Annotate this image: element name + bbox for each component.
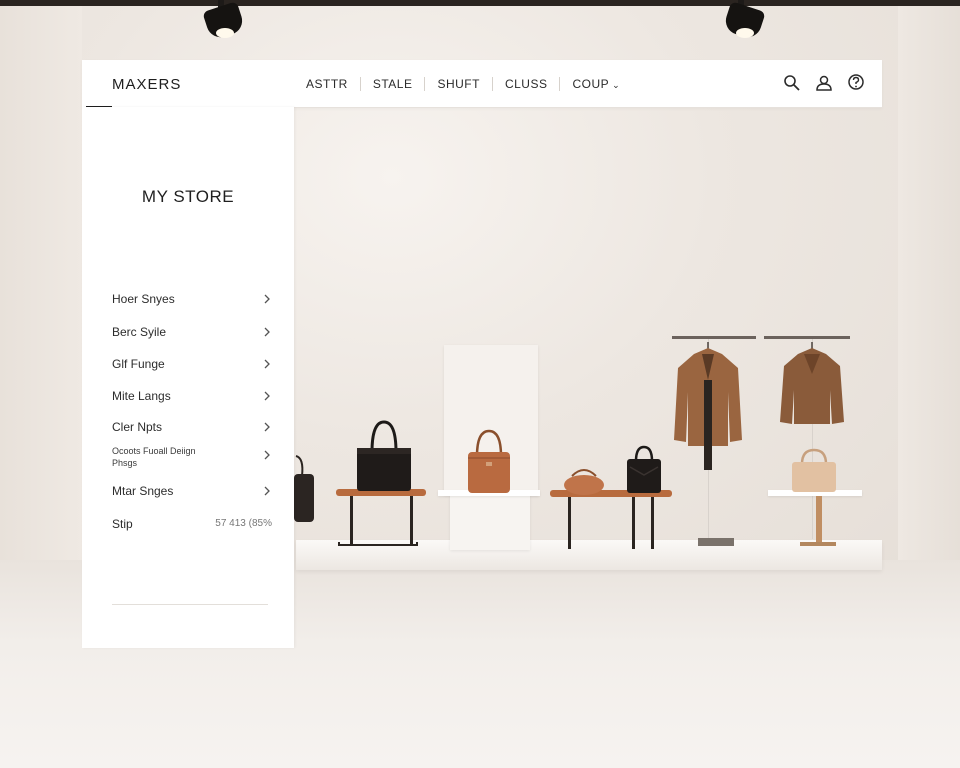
round-bag-icon (564, 469, 604, 495)
sidebar-item-label: Glf Funge (112, 357, 165, 371)
user-icon[interactable] (814, 73, 834, 93)
beige-bag-icon (792, 448, 836, 492)
left-wall (0, 0, 82, 600)
sidebar-item-mite-langs[interactable]: Mite Langs (112, 386, 272, 408)
sidebar-item-mtar-snges[interactable]: Mtar Snges (112, 481, 272, 503)
chevron-right-icon (264, 294, 270, 304)
sidebar-item-label: Ocoots Fuoall Deiign Phsgs (112, 446, 196, 468)
spotlight-left-icon (202, 0, 246, 44)
sidebar-item-glf-funge[interactable]: Glf Funge (112, 354, 272, 376)
sidebar-item-label: Mite Langs (112, 389, 171, 403)
brand-logo[interactable]: MAXERS (112, 76, 181, 93)
shipping-label: Stip (112, 517, 133, 531)
store-title: MY STORE (141, 187, 235, 206)
chevron-right-icon (264, 422, 270, 432)
black-handbag-icon (357, 420, 411, 491)
tan-handbag-icon (468, 429, 510, 493)
chevron-right-icon (264, 327, 270, 337)
clothing-rail-2 (764, 336, 850, 339)
nav-item-coup-label: COUP (572, 76, 610, 91)
sidebar-item-cler-npts[interactable]: Cler Npts (112, 417, 272, 439)
sidebar-divider (112, 604, 268, 605)
chevron-right-icon (264, 450, 270, 460)
right-wall (898, 0, 960, 600)
sidebar-panel: MY STORE Hoer Snyes Berc Syile Glf Funge… (82, 107, 294, 648)
ceiling-edge (0, 0, 960, 6)
search-icon[interactable] (782, 73, 802, 93)
sidebar-item-hoer-snyes[interactable]: Hoer Snyes (112, 289, 272, 311)
display-plinth (450, 495, 530, 550)
chevron-right-icon (264, 391, 270, 401)
sidebar-item-label: Berc Syile (112, 325, 167, 339)
shipping-row: Stip 57 413 (85% (112, 517, 272, 533)
nav-item-asttr[interactable]: ASTTR (294, 77, 360, 91)
chevron-down-icon: ⌄ (612, 79, 621, 90)
shipping-value: 57 413 (85% (215, 518, 272, 529)
help-icon[interactable] (846, 73, 866, 93)
chevron-right-icon (264, 486, 270, 496)
sidebar-item-label: Mtar Snges (112, 484, 174, 498)
chevron-right-icon (264, 359, 270, 369)
clothing-rail (672, 336, 756, 339)
brown-coat-icon (674, 342, 742, 470)
header-icons (782, 73, 866, 93)
brown-jacket-icon (780, 342, 844, 424)
handbag-partial-icon (294, 455, 314, 522)
main-nav: ASTTR STALE SHUFT CLUSS COUP ⌄ (294, 60, 632, 107)
black-tote-icon (627, 445, 661, 493)
sidebar-item-label: Cler Npts (112, 420, 163, 434)
nav-item-cluss[interactable]: CLUSS (493, 77, 560, 91)
sidebar-item-label: Hoer Snyes (112, 292, 175, 306)
nav-item-shuft[interactable]: SHUFT (425, 77, 492, 91)
nav-item-stale[interactable]: STALE (361, 77, 425, 91)
sidebar-item-berc-syile[interactable]: Berc Syile (112, 322, 272, 344)
nav-item-coup[interactable]: COUP ⌄ (560, 77, 632, 91)
sidebar-item-ocoots[interactable]: Ocoots Fuoall Deiign Phsgs (112, 445, 272, 471)
top-navigation-bar: MAXERS ASTTR STALE SHUFT CLUSS COUP ⌄ (82, 60, 882, 108)
spotlight-right-icon (722, 0, 766, 44)
